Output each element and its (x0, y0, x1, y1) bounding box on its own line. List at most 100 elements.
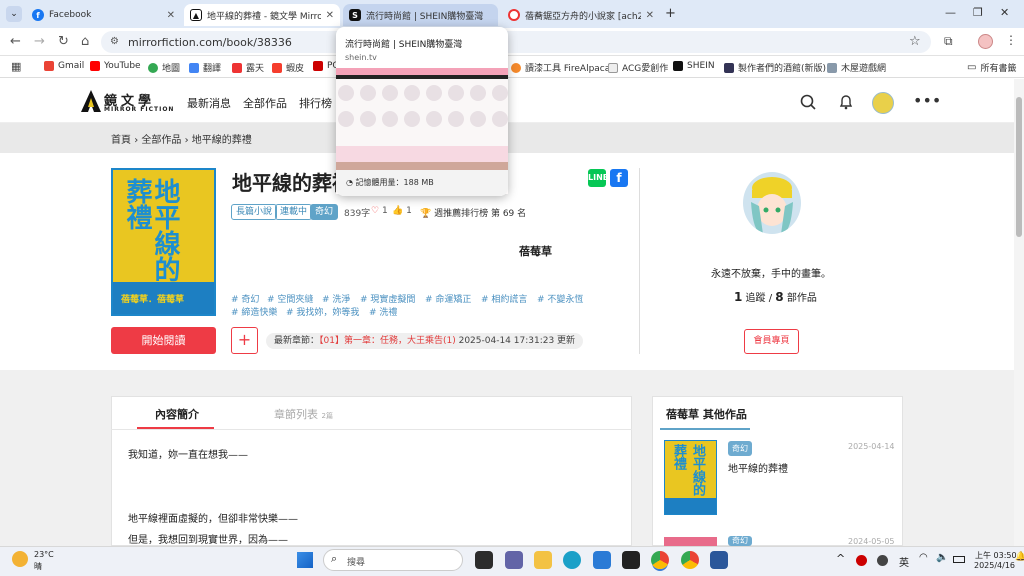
restore-icon[interactable]: ❐ (973, 6, 983, 19)
hashtag[interactable]: # 我找妳，妳等我 (286, 305, 359, 318)
all-bookmarks[interactable]: ▭ 所有書籤 (967, 61, 1016, 74)
hashtag[interactable]: # 空間夾縫 (267, 292, 313, 305)
tag-genre[interactable]: 奇幻 (310, 204, 339, 220)
tab-facebook[interactable]: f Facebook ✕ (26, 4, 181, 26)
close-icon[interactable]: ✕ (167, 10, 175, 21)
hashtag[interactable]: # 洗淨 (322, 292, 350, 305)
tag-serializing[interactable]: 連載中 (275, 204, 313, 220)
xbox-icon[interactable] (622, 551, 640, 569)
work-title[interactable]: 地平線的葬禮 (728, 460, 788, 475)
teams-icon[interactable] (505, 551, 523, 569)
latest-chapter-link[interactable]: 【01】第一章：任務，大王乘告(1) (319, 336, 456, 346)
bookmark-translate[interactable]: 翻譯 (189, 61, 221, 74)
word-icon[interactable] (710, 551, 728, 569)
start-button[interactable] (297, 552, 313, 568)
bookmark-gmail[interactable]: Gmail (44, 61, 84, 71)
facebook-share-icon[interactable]: f (610, 169, 628, 187)
bookmark-star-icon[interactable]: ☆ (909, 34, 921, 49)
reload-icon[interactable]: ↻ (58, 34, 69, 49)
bell-icon[interactable] (838, 94, 854, 114)
weather-temp[interactable]: 23°C (34, 550, 54, 559)
back-icon[interactable]: ← (10, 34, 21, 49)
clock-date[interactable]: 2025/4/16 (974, 561, 1015, 570)
bookmark-pc[interactable]: PC (313, 61, 339, 71)
breadcrumb-all-works[interactable]: 全部作品 (141, 135, 181, 146)
forward-icon[interactable]: → (34, 34, 45, 49)
page-scrollbar[interactable] (1014, 79, 1024, 546)
tray-app-icon[interactable] (877, 555, 888, 566)
chrome-profile-icon[interactable] (681, 551, 699, 569)
store-icon[interactable] (593, 551, 611, 569)
tab-chapters[interactable]: 章節列表 2篇 (274, 406, 333, 422)
tab-intro[interactable]: 內容簡介 (155, 406, 199, 422)
wifi-icon[interactable]: ◠ (919, 552, 928, 563)
clock-time[interactable]: 上午 03:50 (975, 550, 1017, 561)
scrollbar-thumb[interactable] (1016, 97, 1022, 237)
bookmark-shein[interactable]: SHEIN (673, 61, 715, 71)
author-avatar[interactable] (743, 172, 801, 234)
menu-dots-icon[interactable]: ⋮ (1005, 33, 1017, 47)
minimize-icon[interactable]: — (945, 6, 956, 19)
close-window-icon[interactable]: ✕ (1000, 6, 1009, 19)
search-icon[interactable] (800, 94, 816, 114)
hashtag[interactable]: # 命運矯正 (425, 292, 471, 305)
bookmark-ruten[interactable]: 露天 (232, 61, 264, 74)
book-cover[interactable]: 地平線的葬禮 蓓莓草．蓓莓草 (111, 168, 216, 316)
mirror-fiction-logo-icon[interactable] (81, 90, 101, 112)
apps-grid-icon[interactable]: ▦ (11, 60, 21, 73)
add-to-shelf-button[interactable]: + (231, 327, 258, 354)
extensions-icon[interactable]: ⧉ (944, 34, 953, 49)
line-share-icon[interactable]: LINE (588, 169, 608, 187)
member-page-button[interactable]: 會員專頁 (744, 329, 799, 354)
tab-novel-site[interactable]: 蓓蕎鋸亞方舟的小說家 [ach27... ✕ (502, 4, 660, 26)
nav-ranking[interactable]: 排行榜 (299, 95, 332, 111)
url-text[interactable]: mirrorfiction.com/book/38336 (128, 36, 292, 49)
new-tab-button[interactable]: + (665, 6, 676, 21)
hashtag[interactable]: # 奇幻 (231, 292, 259, 305)
bookmark-producers[interactable]: 製作者們的酒館(新版) (724, 61, 826, 74)
work-cover[interactable] (664, 537, 717, 546)
hashtag[interactable]: # 不變永恆 (537, 292, 583, 305)
battery-icon[interactable] (953, 556, 965, 563)
bookmark-cabin-games[interactable]: 木屋遊戲網 (827, 61, 886, 74)
notification-icon[interactable]: 🔔 (1015, 552, 1024, 562)
tray-chevron-icon[interactable]: ^ (836, 552, 845, 565)
nav-all-works[interactable]: 全部作品 (243, 95, 287, 111)
bookmark-maps[interactable]: 地圖 (148, 61, 180, 74)
tab-search-button[interactable]: ⌄ (6, 6, 22, 22)
breadcrumb-home[interactable]: 首頁 (111, 135, 131, 146)
bookmark-youtube[interactable]: YouTube (90, 61, 141, 71)
bookmark-shopee[interactable]: 蝦皮 (272, 61, 304, 74)
file-explorer-icon[interactable] (534, 551, 552, 569)
bookmark-firealpaca[interactable]: 讀漆工具 FireAlpaca (511, 61, 610, 74)
taskbar-search-box[interactable] (323, 549, 463, 571)
mcafee-icon[interactable] (856, 555, 867, 566)
profile-avatar[interactable] (978, 34, 993, 49)
hashtag[interactable]: # 締造快樂 (231, 305, 277, 318)
tag-long-novel[interactable]: 長篇小說 (231, 204, 278, 220)
start-reading-button[interactable]: 開始閱讀 (111, 327, 216, 354)
home-icon[interactable]: ⌂ (81, 34, 89, 49)
close-icon[interactable]: ✕ (646, 10, 654, 21)
hashtag[interactable]: # 現實虛擬間 (360, 292, 415, 305)
author-name[interactable]: 蓓莓草 (0, 243, 1024, 259)
volume-icon[interactable]: 🔈 (936, 552, 948, 563)
hashtag[interactable]: # 洗禮 (369, 305, 397, 318)
weather-icon[interactable] (12, 551, 28, 567)
chrome-icon[interactable] (651, 551, 669, 569)
hashtag[interactable]: # 相約謊言 (481, 292, 527, 305)
task-view-icon[interactable] (475, 551, 493, 569)
site-info-icon[interactable]: ⚙ (110, 36, 119, 47)
like-count[interactable]: ♡ 1 (371, 206, 388, 216)
nav-news[interactable]: 最新消息 (187, 95, 231, 111)
weather-desc[interactable]: 晴 (34, 561, 42, 572)
more-dots-icon[interactable]: ••• (913, 91, 941, 110)
thumb-count[interactable]: 👍 1 (392, 206, 412, 216)
taskbar-search-text[interactable]: 搜尋 (347, 555, 365, 568)
tab-shein[interactable]: S 流行時尚館 | SHEIN購物臺灣 (343, 4, 498, 26)
close-icon[interactable]: ✕ (326, 10, 334, 21)
tab-mirror-fiction[interactable]: ▲ 地平線的葬禮 - 鏡文學 Mirror Fiction ✕ (184, 4, 340, 26)
work-cover[interactable]: 地平線的葬禮 (664, 440, 717, 515)
bookmark-acg[interactable]: ACG愛創作 (608, 61, 668, 74)
ime-indicator[interactable]: 英 (899, 554, 909, 569)
